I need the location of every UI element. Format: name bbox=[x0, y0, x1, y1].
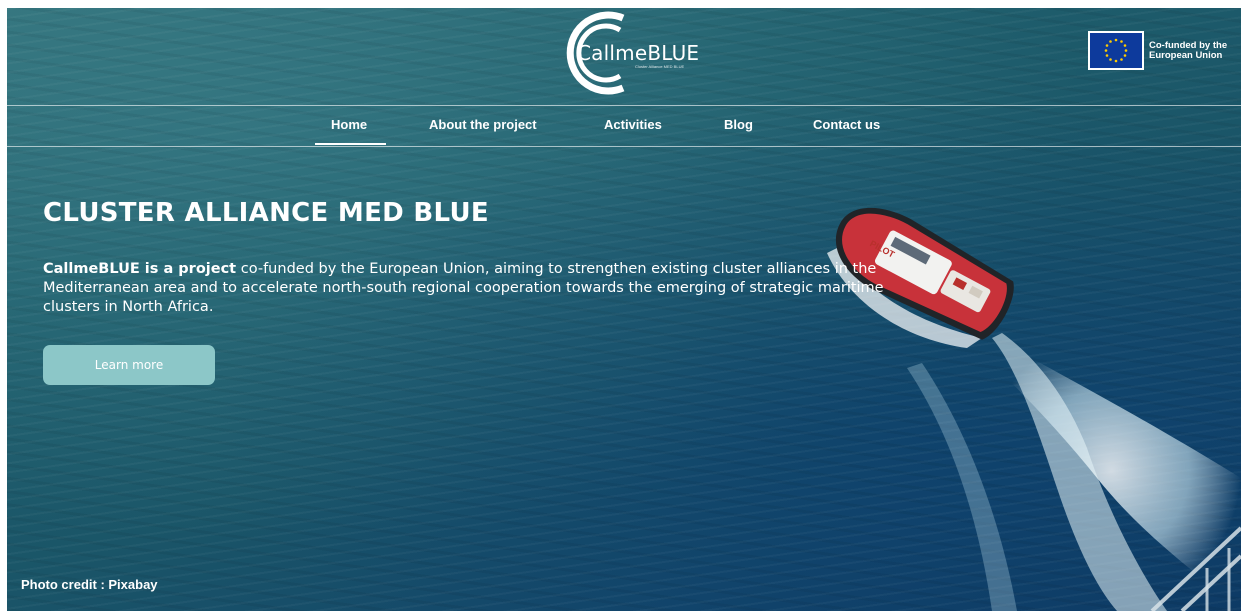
active-nav-indicator bbox=[315, 143, 386, 145]
eu-flag-icon bbox=[1088, 31, 1144, 70]
callmeblue-logo[interactable]: CallmeBLUE Cluster Alliance MED BLUE bbox=[547, 10, 717, 96]
logo-text: CallmeBLUE bbox=[577, 41, 700, 65]
hero-description: CallmeBLUE is a project co-funded by the… bbox=[43, 260, 923, 317]
hero-description-bold: CallmeBLUE is a project bbox=[43, 261, 237, 277]
main-nav: Home About the project Activities Blog C… bbox=[7, 106, 1241, 146]
hero-title: CLUSTER ALLIANCE MED BLUE bbox=[43, 198, 489, 228]
nav-blog[interactable]: Blog bbox=[724, 117, 753, 132]
nav-home[interactable]: Home bbox=[331, 117, 367, 132]
nav-contact-us[interactable]: Contact us bbox=[813, 117, 880, 132]
nav-bottom-divider bbox=[7, 146, 1241, 147]
nav-activities[interactable]: Activities bbox=[604, 117, 662, 132]
eu-cofunded-badge: Co-funded by the European Union bbox=[1088, 31, 1238, 73]
photo-credit: Photo credit : Pixabay bbox=[21, 577, 158, 592]
eu-cofunded-text: Co-funded by the European Union bbox=[1149, 40, 1228, 61]
logo-tagline: Cluster Alliance MED BLUE bbox=[635, 64, 685, 69]
learn-more-button[interactable]: Learn more bbox=[43, 345, 215, 385]
nav-about-the-project[interactable]: About the project bbox=[429, 117, 537, 132]
hero-background: PILOT CallmeBLUE Cluster Alliance MED BL… bbox=[7, 8, 1241, 611]
